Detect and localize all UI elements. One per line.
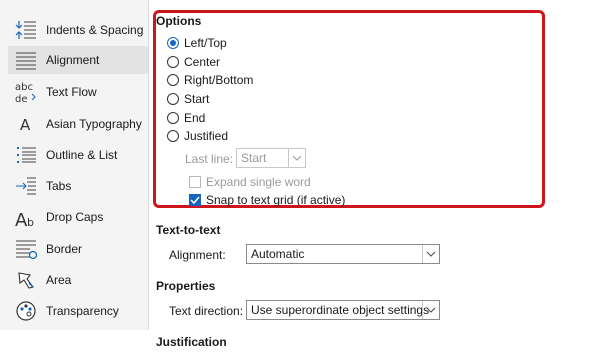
svg-text:de: de	[15, 94, 28, 104]
sidebar-item-label: Area	[46, 273, 72, 287]
sidebar-item-transparency[interactable]: Transparency	[8, 297, 148, 325]
chevron-down-icon	[288, 149, 305, 167]
chevron-down-icon	[422, 245, 439, 263]
radio-button[interactable]	[167, 56, 179, 68]
sidebar-item-tabs[interactable]: Tabs	[8, 172, 148, 200]
alignment-icon	[12, 48, 40, 72]
alignment-value: Automatic	[251, 247, 305, 261]
radio-right-bottom[interactable]: Right/Bottom	[167, 72, 253, 88]
sidebar: Indents & Spacing Alignment abc de Text F…	[0, 0, 149, 330]
sidebar-item-alignment[interactable]: Alignment	[8, 46, 148, 74]
properties-heading: Properties	[156, 279, 216, 293]
sidebar-item-outline-list[interactable]: Outline & List	[8, 141, 148, 169]
checkbox-label: Snap to text grid (if active)	[206, 193, 346, 207]
indents-spacing-icon	[12, 18, 40, 42]
text-flow-icon: abc de	[12, 80, 40, 104]
alignment-select[interactable]: Automatic	[246, 244, 440, 264]
text-to-text-heading: Text-to-text	[156, 223, 221, 237]
sidebar-item-label: Outline & List	[46, 148, 118, 162]
drop-caps-icon: Ab	[12, 205, 40, 229]
last-line-select[interactable]: Start	[236, 148, 306, 168]
sidebar-item-label: Alignment	[46, 53, 100, 67]
radio-start[interactable]: Start	[167, 91, 209, 107]
asian-typography-icon: A	[12, 112, 40, 136]
chevron-down-icon	[422, 301, 439, 319]
sidebar-item-label: Drop Caps	[46, 210, 104, 224]
snap-to-grid-checkbox[interactable]: Snap to text grid (if active)	[189, 192, 345, 208]
radio-button[interactable]	[167, 93, 179, 105]
radio-label: Justified	[184, 129, 229, 143]
checkbox[interactable]	[189, 194, 201, 206]
sidebar-item-label: Tabs	[46, 179, 72, 193]
checkmark-icon	[190, 196, 200, 204]
area-icon	[12, 268, 40, 292]
sidebar-item-label: Border	[46, 242, 83, 256]
radio-left-top[interactable]: Left/Top	[167, 35, 227, 51]
sidebar-item-label: Indents & Spacing	[46, 23, 144, 37]
radio-end[interactable]: End	[167, 110, 205, 126]
radio-label: Left/Top	[184, 36, 227, 50]
radio-button[interactable]	[167, 112, 179, 124]
outline-list-icon	[12, 143, 40, 167]
checkbox[interactable]	[189, 176, 201, 188]
sidebar-item-drop-caps[interactable]: Ab Drop Caps	[8, 203, 148, 231]
svg-text:abc: abc	[15, 82, 33, 93]
radio-label: Center	[184, 55, 221, 69]
alignment-label: Alignment:	[169, 248, 226, 262]
radio-button[interactable]	[167, 37, 179, 49]
sidebar-item-label: Transparency	[46, 304, 119, 318]
tabs-icon	[12, 174, 40, 198]
text-direction-label: Text direction:	[169, 304, 244, 318]
radio-label: Start	[184, 92, 210, 106]
last-line-value: Start	[241, 151, 267, 165]
sidebar-item-label: Asian Typography	[46, 117, 142, 131]
radio-label: Right/Bottom	[184, 73, 254, 87]
radio-button[interactable]	[167, 130, 179, 142]
radio-label: End	[184, 111, 206, 125]
options-heading: Options	[156, 14, 202, 28]
justification-heading: Justification	[156, 335, 227, 349]
radio-justified[interactable]: Justified	[167, 128, 228, 144]
expand-single-word-checkbox[interactable]: Expand single word	[189, 174, 311, 190]
svg-text:A: A	[20, 116, 31, 134]
radio-center[interactable]: Center	[167, 54, 220, 70]
last-line-label: Last line:	[185, 152, 234, 166]
sidebar-item-indents-spacing[interactable]: Indents & Spacing	[8, 16, 148, 44]
text-direction-select[interactable]: Use superordinate object settings	[246, 300, 440, 320]
sidebar-item-text-flow[interactable]: abc de Text Flow	[8, 78, 148, 106]
transparency-icon	[12, 299, 40, 323]
sidebar-item-asian-typography[interactable]: A Asian Typography	[8, 110, 148, 138]
sidebar-item-label: Text Flow	[46, 85, 97, 99]
sidebar-item-border[interactable]: Border	[8, 235, 148, 263]
text-direction-value: Use superordinate object settings	[251, 303, 430, 317]
checkbox-label: Expand single word	[206, 175, 311, 189]
sidebar-item-area[interactable]: Area	[8, 266, 148, 294]
border-icon	[12, 237, 40, 261]
radio-button[interactable]	[167, 74, 179, 86]
svg-text:b: b	[27, 216, 34, 228]
